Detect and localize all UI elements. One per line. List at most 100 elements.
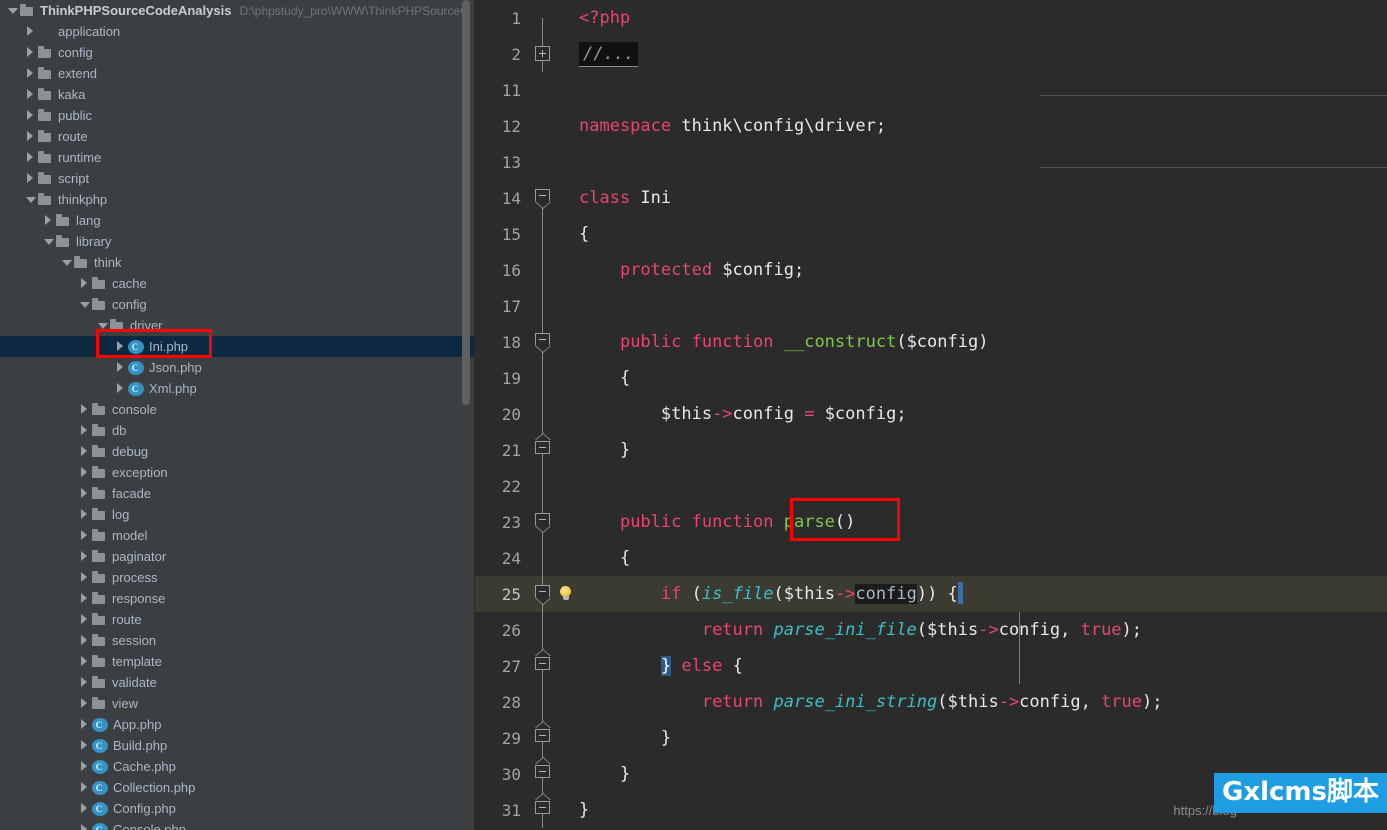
chevron-right-icon[interactable] (78, 735, 91, 756)
collapse-fold-icon[interactable] (535, 765, 550, 778)
fold-column[interactable] (529, 0, 557, 36)
lightbulb-icon[interactable] (559, 586, 572, 601)
chevron-right-icon[interactable] (24, 84, 37, 105)
chevron-right-icon[interactable] (24, 168, 37, 189)
tree-item-build-php[interactable]: Build.php (0, 735, 475, 756)
chevron-right-icon[interactable] (78, 756, 91, 777)
fold-column[interactable] (529, 36, 557, 72)
chevron-right-icon[interactable] (78, 651, 91, 672)
code-line[interactable]: 16 protected $config; (475, 252, 1387, 288)
chevron-down-icon[interactable] (78, 294, 91, 315)
project-tree-panel[interactable]: ThinkPHPSourceCodeAnalysis D:\phpstudy_p… (0, 0, 475, 830)
code-line[interactable]: 22 (475, 468, 1387, 504)
fold-column[interactable] (529, 432, 557, 468)
code-content[interactable]: //... (579, 41, 639, 67)
tree-item-session[interactable]: session (0, 630, 475, 651)
tree-item-process[interactable]: process (0, 567, 475, 588)
tree-item-validate[interactable]: validate (0, 672, 475, 693)
tree-item-console[interactable]: console (0, 399, 475, 420)
tree-item-thinkphp[interactable]: thinkphp (0, 189, 475, 210)
chevron-right-icon[interactable] (24, 147, 37, 168)
chevron-right-icon[interactable] (24, 21, 37, 42)
tree-item-db[interactable]: db (0, 420, 475, 441)
code-line[interactable]: 20 $this->config = $config; (475, 396, 1387, 432)
fold-column[interactable] (529, 756, 557, 792)
chevron-down-icon[interactable] (6, 0, 19, 21)
code-line[interactable]: 28 return parse_ini_string($this->config… (475, 684, 1387, 720)
chevron-right-icon[interactable] (114, 378, 127, 399)
tree-item-template[interactable]: template (0, 651, 475, 672)
chevron-right-icon[interactable] (78, 399, 91, 420)
chevron-down-icon[interactable] (42, 231, 55, 252)
chevron-right-icon[interactable] (24, 105, 37, 126)
chevron-down-icon[interactable] (24, 189, 37, 210)
chevron-right-icon[interactable] (78, 714, 91, 735)
tree-item-app-php[interactable]: App.php (0, 714, 475, 735)
tree-item-application[interactable]: application (0, 21, 475, 42)
tree-item-config[interactable]: config (0, 294, 475, 315)
chevron-right-icon[interactable] (78, 567, 91, 588)
tree-item-config-php[interactable]: Config.php (0, 798, 475, 819)
fold-column[interactable] (529, 792, 557, 828)
chevron-right-icon[interactable] (114, 336, 127, 357)
code-line[interactable]: 21 } (475, 432, 1387, 468)
tree-item-view[interactable]: view (0, 693, 475, 714)
code-line[interactable]: 18 public function __construct($config) (475, 324, 1387, 360)
tree-item-facade[interactable]: facade (0, 483, 475, 504)
code-editor[interactable]: 1 <?php 2 //... 11 12 namespace think\co… (475, 0, 1387, 830)
collapse-fold-icon[interactable] (535, 333, 550, 346)
collapse-fold-icon[interactable] (535, 657, 550, 670)
tree-item-config[interactable]: config (0, 42, 475, 63)
fold-column[interactable] (529, 324, 557, 360)
chevron-right-icon[interactable] (78, 273, 91, 294)
code-line[interactable]: 12 namespace think\config\driver; (475, 108, 1387, 144)
code-line[interactable]: 23 public function parse() (475, 504, 1387, 540)
code-line[interactable]: 15 { (475, 216, 1387, 252)
chevron-right-icon[interactable] (78, 777, 91, 798)
chevron-right-icon[interactable] (78, 441, 91, 462)
fold-column[interactable] (529, 180, 557, 216)
chevron-down-icon[interactable] (60, 252, 73, 273)
tree-item-route[interactable]: route (0, 126, 475, 147)
tree-item-collection-php[interactable]: Collection.php (0, 777, 475, 798)
tree-item-console-php[interactable]: Console.php (0, 819, 475, 830)
tree-item-exception[interactable]: exception (0, 462, 475, 483)
code-line[interactable]: 11 (475, 72, 1387, 108)
chevron-right-icon[interactable] (114, 357, 127, 378)
chevron-right-icon[interactable] (78, 672, 91, 693)
chevron-right-icon[interactable] (78, 588, 91, 609)
tree-item-library[interactable]: library (0, 231, 475, 252)
expand-fold-icon[interactable] (535, 46, 550, 61)
chevron-right-icon[interactable] (78, 819, 91, 830)
tree-item-cache-php[interactable]: Cache.php (0, 756, 475, 777)
fold-column[interactable] (529, 504, 557, 540)
chevron-right-icon[interactable] (78, 609, 91, 630)
tree-item-paginator[interactable]: paginator (0, 546, 475, 567)
code-line[interactable]: 24 { (475, 540, 1387, 576)
tree-item-runtime[interactable]: runtime (0, 147, 475, 168)
chevron-right-icon[interactable] (24, 63, 37, 84)
tree-item-public[interactable]: public (0, 105, 475, 126)
code-line[interactable]: 2 //... (475, 36, 1387, 72)
tree-item-driver[interactable]: driver (0, 315, 475, 336)
chevron-right-icon[interactable] (78, 630, 91, 651)
code-line[interactable]: 13 (475, 144, 1387, 180)
tree-item-json-php[interactable]: Json.php (0, 357, 475, 378)
code-line[interactable]: 14 class Ini (475, 180, 1387, 216)
chevron-down-icon[interactable] (96, 315, 109, 336)
chevron-right-icon[interactable] (78, 798, 91, 819)
chevron-right-icon[interactable] (78, 462, 91, 483)
tree-root-row[interactable]: ThinkPHPSourceCodeAnalysis D:\phpstudy_p… (0, 0, 475, 21)
chevron-right-icon[interactable] (78, 420, 91, 441)
collapse-fold-icon[interactable] (535, 189, 550, 202)
collapse-fold-icon[interactable] (535, 585, 550, 598)
chevron-right-icon[interactable] (42, 210, 55, 231)
fold-column[interactable] (529, 576, 557, 612)
tree-item-script[interactable]: script (0, 168, 475, 189)
chevron-right-icon[interactable] (78, 525, 91, 546)
chevron-right-icon[interactable] (78, 546, 91, 567)
fold-column[interactable] (529, 720, 557, 756)
chevron-right-icon[interactable] (24, 42, 37, 63)
tree-item-think[interactable]: think (0, 252, 475, 273)
chevron-right-icon[interactable] (78, 504, 91, 525)
